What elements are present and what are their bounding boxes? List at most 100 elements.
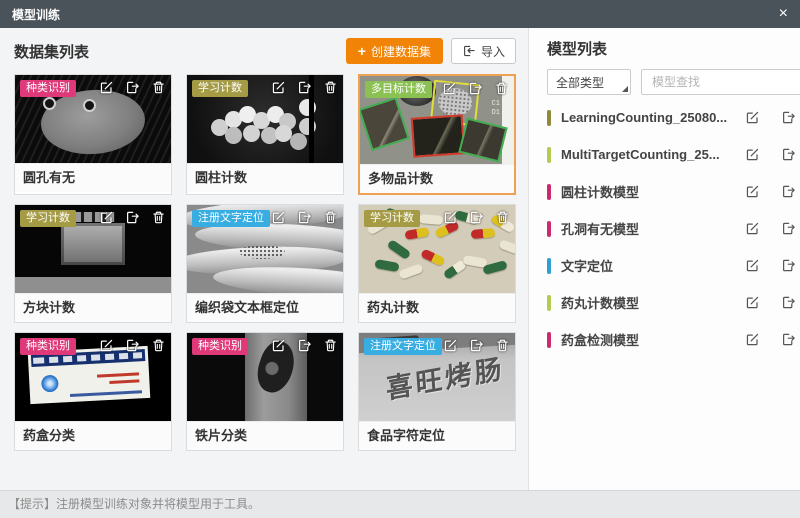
export-icon[interactable]	[125, 338, 140, 353]
plus-icon: +	[358, 43, 366, 59]
edit-icon[interactable]	[442, 81, 457, 96]
model-list-item[interactable]: 孔洞有无模型	[547, 210, 800, 247]
model-search-box	[641, 69, 800, 95]
dataset-caption: 编织袋文本框定位	[187, 293, 343, 322]
create-dataset-button[interactable]: + 创建数据集	[346, 38, 443, 64]
dataset-caption: 圆柱计数	[187, 163, 343, 192]
dataset-caption: 药盒分类	[15, 421, 171, 450]
model-type-dropdown[interactable]: 全部类型	[547, 69, 631, 95]
export-icon[interactable]	[781, 295, 796, 310]
close-icon[interactable]: ×	[779, 6, 788, 22]
export-icon[interactable]	[781, 184, 796, 199]
dataset-card-block-count[interactable]: 学习计数 方块计数	[14, 204, 172, 323]
dataset-thumbnail: 种类识别	[187, 333, 343, 421]
model-panel-heading: 模型列表	[547, 38, 607, 59]
edit-icon[interactable]	[99, 338, 114, 353]
edit-icon[interactable]	[745, 147, 760, 162]
edit-icon[interactable]	[745, 332, 760, 347]
trash-icon[interactable]	[323, 210, 338, 225]
model-name: 孔洞有无模型	[561, 219, 739, 238]
model-color-bar	[547, 184, 551, 200]
edit-icon[interactable]	[745, 258, 760, 273]
count-overlay-text: C1 D1	[492, 100, 500, 118]
model-color-bar	[547, 258, 551, 274]
dataset-card-iron-piece[interactable]: 种类识别 铁片分类	[186, 332, 344, 451]
dataset-card-multi-object-count[interactable]: C1 D1 多目标计数 多物品计数	[358, 74, 516, 195]
model-list-item[interactable]: 药盒检测模型	[547, 321, 800, 358]
export-icon[interactable]	[469, 210, 484, 225]
caret-down-icon	[622, 86, 628, 92]
edit-icon[interactable]	[99, 210, 114, 225]
trash-icon[interactable]	[495, 210, 510, 225]
dataset-caption: 方块计数	[15, 293, 171, 322]
model-name: 圆柱计数模型	[561, 182, 739, 201]
edit-icon[interactable]	[745, 295, 760, 310]
model-list-item[interactable]: 文字定位	[547, 247, 800, 284]
export-icon[interactable]	[781, 332, 796, 347]
model-color-bar	[547, 110, 551, 126]
export-icon[interactable]	[781, 258, 796, 273]
dataset-card-bag-textbox[interactable]: 注册文字定位 编织袋文本框定位	[186, 204, 344, 323]
model-list-item[interactable]: 圆柱计数模型	[547, 173, 800, 210]
edit-icon[interactable]	[745, 110, 760, 125]
dataset-type-badge: 学习计数	[364, 210, 420, 227]
export-icon[interactable]	[781, 147, 796, 162]
edit-icon[interactable]	[271, 210, 286, 225]
dataset-caption: 多物品计数	[360, 164, 514, 193]
trash-icon[interactable]	[494, 81, 509, 96]
dialog-title: 模型训练	[12, 6, 60, 23]
model-list-item[interactable]: 药丸计数模型	[547, 284, 800, 321]
dataset-type-badge: 学习计数	[20, 210, 76, 227]
model-list: LearningCounting_25080... MultiTargetCou…	[547, 99, 800, 358]
dataset-type-badge: 学习计数	[192, 80, 248, 97]
model-list-item[interactable]: LearningCounting_25080...	[547, 99, 800, 136]
export-icon[interactable]	[468, 81, 483, 96]
trash-icon[interactable]	[151, 338, 166, 353]
edit-icon[interactable]	[745, 184, 760, 199]
dataset-type-badge: 注册文字定位	[192, 210, 270, 227]
import-dataset-button[interactable]: 导入	[451, 38, 516, 64]
dataset-type-badge: 注册文字定位	[364, 338, 442, 355]
dataset-panel: 数据集列表 + 创建数据集 导入 种类识别	[0, 28, 528, 490]
edit-icon[interactable]	[745, 221, 760, 236]
edit-icon[interactable]	[99, 80, 114, 95]
model-list-item[interactable]: MultiTargetCounting_25...	[547, 136, 800, 173]
trash-icon[interactable]	[151, 210, 166, 225]
model-name: 药丸计数模型	[561, 293, 739, 312]
dataset-card-medicine-box[interactable]: 种类识别 药盒分类	[14, 332, 172, 451]
dataset-thumbnail: 学习计数	[359, 205, 515, 293]
model-panel: 模型列表 全部类型 LearningCounting_25080	[528, 28, 800, 490]
model-search-input[interactable]	[650, 74, 800, 90]
edit-icon[interactable]	[271, 80, 286, 95]
export-icon[interactable]	[125, 210, 140, 225]
status-hint-text: 【提示】注册模型训练对象并将模型用于工具。	[8, 497, 260, 511]
export-icon[interactable]	[297, 210, 312, 225]
model-name: 文字定位	[561, 256, 739, 275]
dataset-card-round-holes[interactable]: 种类识别 圆孔有无	[14, 74, 172, 195]
edit-icon[interactable]	[271, 338, 286, 353]
trash-icon[interactable]	[323, 338, 338, 353]
dataset-caption: 食品字符定位	[359, 421, 515, 450]
trash-icon[interactable]	[323, 80, 338, 95]
dataset-type-badge: 多目标计数	[365, 81, 432, 98]
dataset-card-pill-count[interactable]: 学习计数 药丸计数	[358, 204, 516, 323]
dataset-thumbnail: 学习计数	[187, 75, 343, 163]
dataset-card-food-character[interactable]: 喜旺烤肠 注册文字定位 食品字符定位	[358, 332, 516, 451]
edit-icon[interactable]	[443, 210, 458, 225]
export-icon[interactable]	[125, 80, 140, 95]
trash-icon[interactable]	[151, 80, 166, 95]
export-icon[interactable]	[781, 221, 796, 236]
export-icon[interactable]	[469, 338, 484, 353]
trash-icon[interactable]	[495, 338, 510, 353]
model-name: 药盒检测模型	[561, 330, 739, 349]
export-icon[interactable]	[297, 338, 312, 353]
dataset-caption: 药丸计数	[359, 293, 515, 322]
edit-icon[interactable]	[443, 338, 458, 353]
dataset-thumbnail: C1 D1 多目标计数	[360, 76, 514, 164]
dataset-grid: 种类识别 圆孔有无 学习计数	[14, 74, 516, 451]
export-icon[interactable]	[781, 110, 796, 125]
dataset-card-cylinder-count[interactable]: 学习计数 圆柱计数	[186, 74, 344, 195]
dataset-thumbnail: 种类识别	[15, 333, 171, 421]
export-icon[interactable]	[297, 80, 312, 95]
model-color-bar	[547, 295, 551, 311]
